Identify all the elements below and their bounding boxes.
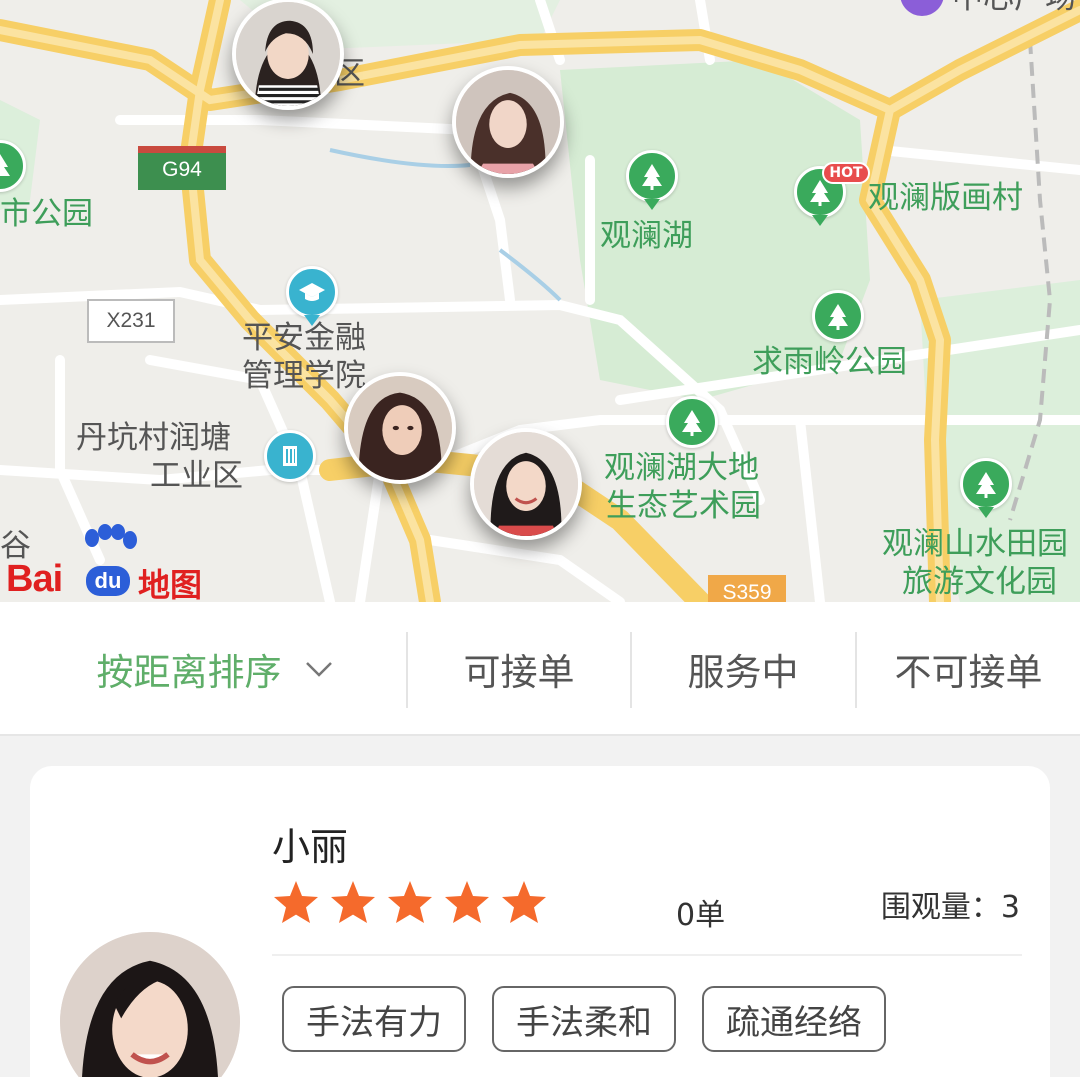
star-icon <box>445 881 489 923</box>
technician-avatar-pin[interactable] <box>344 372 456 484</box>
tab-in-service[interactable]: 服务中 <box>632 602 854 736</box>
app-screen: 市公园 区 中心广场 观澜湖 观澜版画村 平安金融 管理学院 求雨岭公园 丹坑村… <box>0 0 1080 1077</box>
baidu-logo-du: du <box>86 566 130 596</box>
divider <box>272 954 1022 956</box>
technician-avatar-pin[interactable] <box>452 66 564 178</box>
filter-bar: 按距离排序 可接单 服务中 不可接单 <box>0 602 1080 736</box>
tree-poi-icon[interactable] <box>626 150 678 202</box>
building-poi-icon[interactable] <box>264 430 316 482</box>
sort-label: 按距离排序 <box>96 651 282 694</box>
map-label-dankeng-1: 丹坑村润塘 <box>76 420 231 456</box>
baidu-paw-icon <box>85 524 137 549</box>
sort-by-distance-dropdown[interactable]: 按距离排序 <box>40 602 390 736</box>
map-label-pingan-2: 管理学院 <box>242 358 366 394</box>
technician-avatar-pin[interactable] <box>232 0 344 110</box>
skill-tag[interactable]: 疏通经络 <box>702 986 886 1052</box>
tab-label: 不可接单 <box>894 651 1043 694</box>
baidu-map-logo: Bai du 地图 <box>6 522 216 602</box>
star-icon <box>388 881 432 923</box>
rating-stars <box>272 879 557 925</box>
star-icon <box>274 881 318 923</box>
tree-poi-icon[interactable] <box>960 458 1012 510</box>
tab-available[interactable]: 可接单 <box>408 602 630 736</box>
map-label-shi-gongyuan: 市公园 <box>0 196 93 232</box>
map-label-guanlan-printing: 观澜版画村 <box>868 180 1023 216</box>
chevron-down-icon <box>305 662 332 677</box>
map-label-shuitian-2: 旅游文化园 <box>902 564 1057 600</box>
map-label-dankeng-2: 工业区 <box>150 458 243 494</box>
tab-unavailable[interactable]: 不可接单 <box>857 602 1080 736</box>
tree-poi-icon[interactable] <box>812 290 864 342</box>
road-shield-s359: S359 <box>708 575 786 602</box>
road-shield-x231: X231 <box>87 299 175 343</box>
skill-tag[interactable]: 手法有力 <box>282 986 466 1052</box>
tab-label: 可接单 <box>463 651 575 694</box>
road-shield-g94: G94 <box>138 146 226 190</box>
map-label-art-park-2: 生态艺术园 <box>606 488 761 524</box>
view-count: 围观量：3 <box>880 890 1020 925</box>
star-icon <box>331 881 375 923</box>
map-label-qiuyuling: 求雨岭公园 <box>752 344 907 380</box>
tree-poi-icon[interactable] <box>666 396 718 448</box>
school-poi-icon[interactable] <box>286 266 338 318</box>
map-label-guanlan-lake: 观澜湖 <box>600 218 693 254</box>
technician-card[interactable]: 小丽 0单 围观量：3 手法有力 手法柔和 疏通经络 <box>30 766 1050 1077</box>
skill-tags: 手法有力 手法柔和 疏通经络 <box>282 986 912 1052</box>
baidu-logo-ditu: 地图 <box>138 566 203 602</box>
avatar[interactable] <box>60 932 240 1077</box>
map-label-art-park-1: 观澜湖大地 <box>604 450 759 486</box>
star-icon <box>502 881 546 923</box>
map-label-shuitian-1: 观澜山水田园 <box>882 526 1068 562</box>
hot-badge: HOT <box>822 162 870 184</box>
order-count: 0单 <box>676 898 726 933</box>
baidu-logo-text: Bai <box>6 558 63 600</box>
tab-label: 服务中 <box>687 651 799 694</box>
map-view[interactable]: 市公园 区 中心广场 观澜湖 观澜版画村 平安金融 管理学院 求雨岭公园 丹坑村… <box>0 0 1080 602</box>
skill-tag[interactable]: 手法柔和 <box>492 986 676 1052</box>
technician-name: 小丽 <box>272 825 349 869</box>
technician-avatar-pin[interactable] <box>470 428 582 540</box>
map-label-zhongxin: 中心广场 <box>952 0 1076 16</box>
